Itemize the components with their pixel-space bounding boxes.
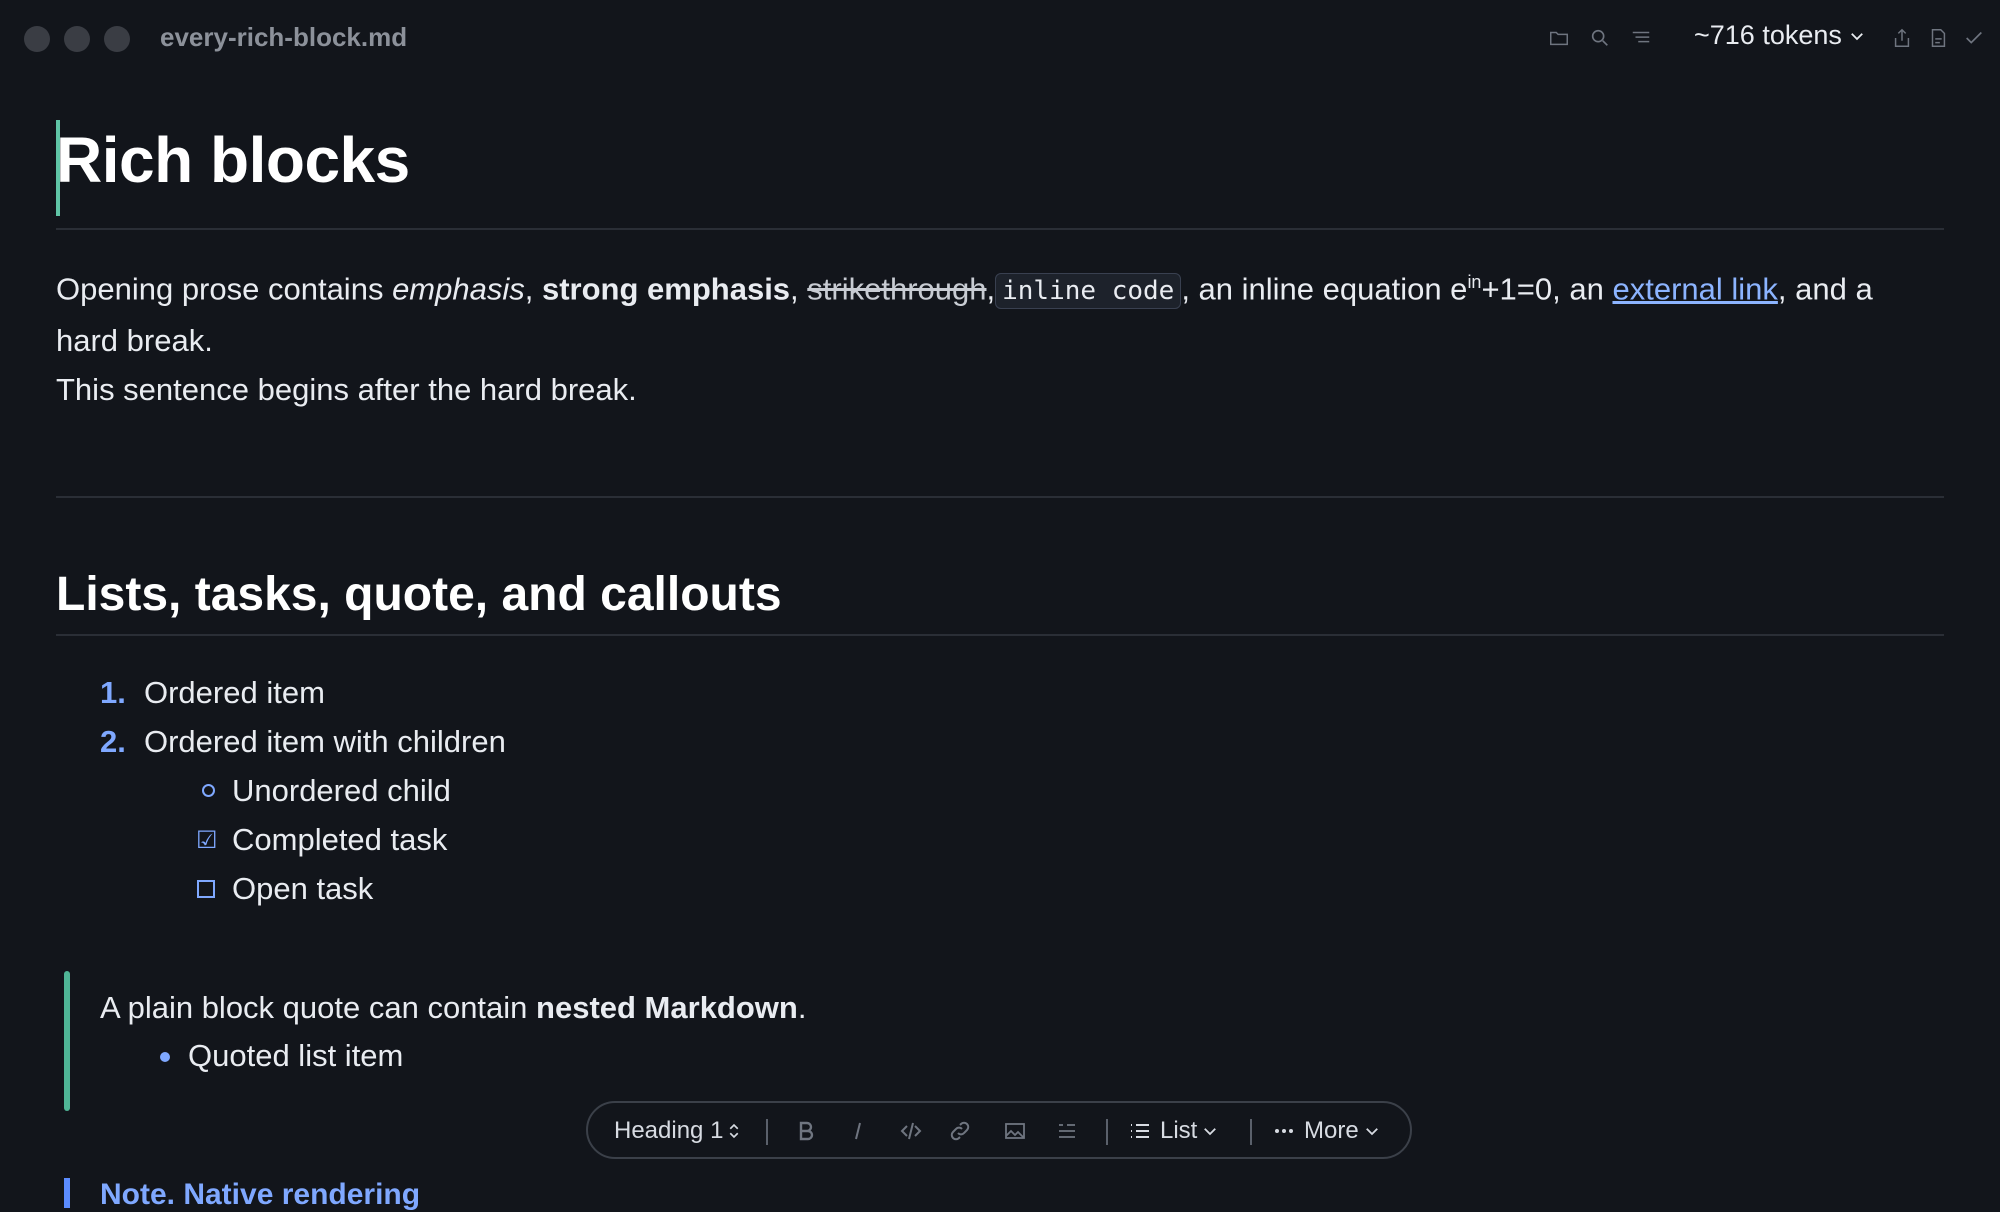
toolbar-separator (1106, 1119, 1108, 1145)
list-dropdown[interactable]: List (1128, 1115, 1219, 1147)
quoted-list-item: Quoted list item (188, 1038, 404, 1074)
para-text: , (790, 271, 808, 307)
heading-1[interactable]: Rich blocks (56, 120, 1944, 216)
horizontal-rule (56, 496, 1944, 499)
chevron-down-icon (1365, 1128, 1378, 1136)
task-text: Completed task (232, 822, 448, 858)
folder-icon[interactable] (1545, 24, 1573, 52)
code-button[interactable] (894, 1115, 928, 1147)
toolbar-separator (1250, 1119, 1252, 1145)
link-button[interactable] (948, 1115, 972, 1147)
para-text: Opening prose contains (56, 271, 393, 307)
token-count-dropdown[interactable]: ~716 tokens (1694, 20, 1866, 51)
editor-content[interactable]: Rich blocks Opening prose contains empha… (56, 78, 1944, 1112)
bold-icon (799, 1121, 814, 1141)
link-icon (950, 1121, 970, 1141)
image-button[interactable] (1000, 1115, 1030, 1147)
para-text: , an inline equation e (1181, 271, 1468, 307)
outline-icon[interactable] (1627, 24, 1655, 52)
more-dropdown[interactable]: More (1272, 1115, 1381, 1147)
callout-note[interactable]: Note. Native rendering (56, 1172, 656, 1212)
export-icon[interactable] (1924, 24, 1952, 52)
list-item[interactable]: Unordered child (56, 766, 1944, 815)
heading-level-select[interactable]: Heading 1 (614, 1115, 743, 1147)
task-item[interactable]: Open task (56, 864, 1944, 913)
equation-superscript: in (1467, 272, 1482, 292)
strong-text: strong emphasis (541, 271, 791, 307)
minimize-window-button[interactable] (64, 26, 90, 52)
para-text: , (524, 271, 542, 307)
ellipsis-icon (1275, 1129, 1293, 1133)
ordered-list: 1. Ordered item 2. Ordered item with chi… (56, 668, 1944, 913)
toolbar-separator (766, 1119, 768, 1145)
list-item-text: Unordered child (232, 773, 451, 809)
list-item-text: Ordered item with children (144, 724, 506, 760)
emphasis-text: emphasis (392, 271, 525, 307)
callout-title: Note. Native rendering (100, 1178, 421, 1211)
para-text: , (986, 271, 996, 307)
bold-button[interactable] (794, 1115, 818, 1147)
quote-text: A plain block quote can contain nested M… (100, 983, 806, 1032)
bullet-dot-icon (160, 1052, 170, 1063)
list-item[interactable]: 1. Ordered item (56, 668, 1944, 717)
external-link[interactable]: external link (1612, 271, 1777, 306)
updown-chevron-icon (730, 1123, 739, 1139)
list-item-text: Ordered item (144, 675, 325, 711)
list-icon (1131, 1124, 1149, 1138)
list-number: 2. (100, 724, 126, 760)
quote-text-part: . (797, 990, 807, 1026)
heading-rule (56, 634, 1944, 637)
hard-break-line: This sentence begins after the hard brea… (56, 372, 637, 408)
heading-1-text: Rich blocks (56, 124, 410, 196)
heading-rule (56, 228, 1944, 230)
share-icon[interactable] (1888, 24, 1916, 52)
checkbox-checked-icon[interactable]: ☑ (196, 829, 218, 853)
checkbox-unchecked-icon[interactable] (197, 880, 215, 899)
list-item[interactable]: 2. Ordered item with children (56, 717, 1944, 766)
formatting-toolbar: Heading 1 List More (586, 1101, 1412, 1159)
code-icon (900, 1122, 922, 1140)
inline-code: inline code (995, 273, 1182, 310)
image-icon (1005, 1123, 1025, 1139)
zoom-window-button[interactable] (104, 26, 130, 52)
chevron-down-icon (1850, 32, 1863, 40)
token-count-label: ~716 tokens (1694, 20, 1842, 50)
task-text: Open task (232, 871, 374, 907)
quote-text-part: A plain block quote can contain (100, 990, 537, 1026)
italic-icon (855, 1122, 861, 1140)
close-window-button[interactable] (24, 26, 50, 52)
quote-strong-text: nested Markdown (536, 990, 798, 1026)
chevron-down-icon (1204, 1128, 1217, 1136)
opening-paragraph[interactable]: Opening prose contains emphasis, strong … (56, 258, 1936, 414)
text-caret (56, 120, 60, 216)
heading-2[interactable]: Lists, tasks, quote, and callouts (56, 568, 1944, 634)
check-icon[interactable] (1960, 24, 1988, 52)
quote-button[interactable] (1052, 1115, 1082, 1147)
heading-level-label: Heading 1 (614, 1117, 724, 1144)
title-bar: every-rich-block.md ~716 tokens (0, 0, 2000, 78)
callout-bar (64, 1178, 70, 1208)
quote-bar (64, 971, 70, 1112)
list-label: List (1160, 1117, 1198, 1144)
italic-button[interactable] (846, 1115, 870, 1147)
task-item[interactable]: ☑ Completed task (56, 815, 1944, 864)
bullet-circle-icon (202, 784, 215, 798)
quote-icon (1059, 1124, 1075, 1138)
block-quote[interactable]: A plain block quote can contain nested M… (56, 971, 1944, 1112)
list-number: 1. (100, 675, 126, 711)
strikethrough-text: strikethrough (807, 271, 987, 307)
para-text: +1=0, an (1481, 271, 1613, 307)
search-icon[interactable] (1586, 24, 1614, 52)
more-label: More (1304, 1117, 1359, 1144)
document-filename: every-rich-block.md (160, 22, 408, 52)
